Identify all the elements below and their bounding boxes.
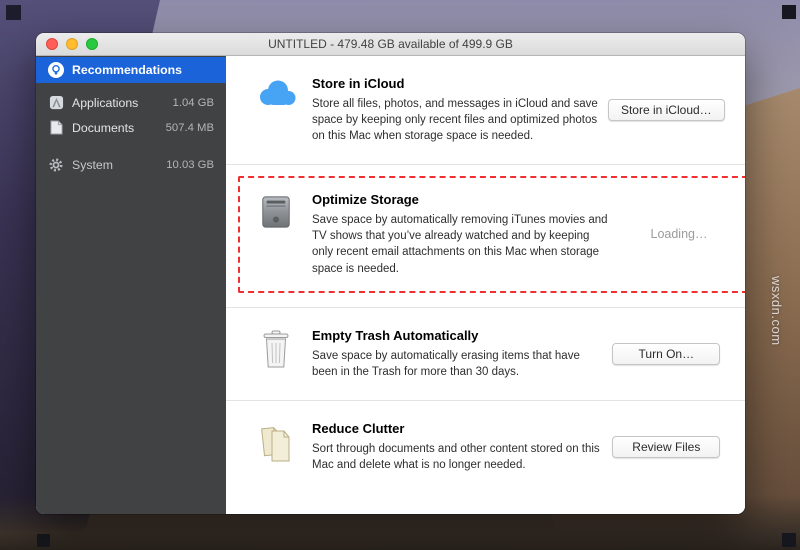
store-in-icloud-button[interactable]: Store in iCloud… (607, 99, 725, 122)
main-panel: Store in iCloud Store all files, photos,… (226, 56, 745, 514)
trash-icon (240, 328, 312, 368)
sidebar-item-size: 507.4 MB (165, 121, 214, 134)
icloud-icon (240, 76, 312, 106)
zoom-button[interactable] (86, 38, 98, 50)
documents-stack-icon (240, 421, 312, 463)
sidebar-item-applications[interactable]: Applications 1.04 GB (36, 90, 226, 115)
section-optimize-storage: Optimize Storage Save space by automatic… (226, 165, 745, 308)
loading-text: Loading… (650, 227, 708, 242)
section-title: Optimize Storage (312, 192, 419, 208)
section-title: Reduce Clutter (312, 420, 405, 436)
section-action: Loading… (612, 227, 745, 241)
section-text: Store in iCloud Store all files, photos,… (312, 76, 602, 144)
watermark: wsxdn.com (769, 276, 784, 346)
section-action: Store in iCloud… (602, 99, 731, 122)
recommendations-icon (48, 62, 64, 78)
section-description: Save space by automatically removing iTu… (312, 214, 608, 275)
gear-icon (48, 157, 64, 173)
sidebar-item-label: System (72, 157, 113, 172)
sidebar-item-size: 1.04 GB (172, 96, 214, 109)
titlebar[interactable]: UNTITLED - 479.48 GB available of 499.9 … (36, 33, 745, 56)
section-description: Sort through documents and other content… (312, 442, 600, 471)
section-empty-trash: Empty Trash Automatically Save space by … (226, 308, 745, 401)
artifact-square (782, 5, 796, 19)
sidebar-item-label: Documents (72, 120, 135, 135)
section-title: Empty Trash Automatically (312, 327, 479, 343)
sidebar-item-size: 10.03 GB (166, 158, 214, 171)
window-controls (46, 38, 98, 50)
optimize-storage-icon (240, 192, 312, 230)
close-button[interactable] (46, 38, 58, 50)
section-text: Optimize Storage Save space by automatic… (312, 192, 612, 276)
section-reduce-clutter: Reduce Clutter Sort through documents an… (226, 401, 745, 493)
sidebar-item-system[interactable]: System 10.03 GB (36, 152, 226, 177)
section-action: Review Files (602, 435, 731, 458)
artifact-square (37, 534, 50, 547)
section-action: Turn On… (602, 342, 731, 365)
section-text: Empty Trash Automatically Save space by … (312, 328, 602, 380)
sidebar-item-documents[interactable]: Documents 507.4 MB (36, 115, 226, 140)
section-description: Save space by automatically erasing item… (312, 349, 580, 378)
highlight-box: Optimize Storage Save space by automatic… (238, 176, 745, 293)
minimize-button[interactable] (66, 38, 78, 50)
section-text: Reduce Clutter Sort through documents an… (312, 421, 602, 473)
artifact-square (782, 533, 796, 547)
turn-on-button[interactable]: Turn On… (612, 342, 721, 365)
review-files-button[interactable]: Review Files (612, 435, 721, 458)
applications-icon (48, 95, 64, 111)
sidebar-item-recommendations[interactable]: Recommendations (36, 57, 226, 83)
window-body: Recommendations Applications 1.04 GB Doc… (36, 56, 745, 514)
sidebar: Recommendations Applications 1.04 GB Doc… (36, 56, 226, 514)
section-title: Store in iCloud (312, 76, 405, 91)
window-title: UNTITLED - 479.48 GB available of 499.9 … (268, 37, 513, 51)
artifact-square (6, 5, 21, 20)
sidebar-item-label: Applications (72, 95, 139, 110)
storage-management-window: UNTITLED - 479.48 GB available of 499.9 … (36, 33, 745, 514)
section-description: Store all files, photos, and messages in… (312, 98, 598, 143)
document-icon (48, 120, 64, 136)
sidebar-item-label: Recommendations (72, 63, 183, 77)
section-store-in-icloud: Store in iCloud Store all files, photos,… (226, 56, 745, 166)
